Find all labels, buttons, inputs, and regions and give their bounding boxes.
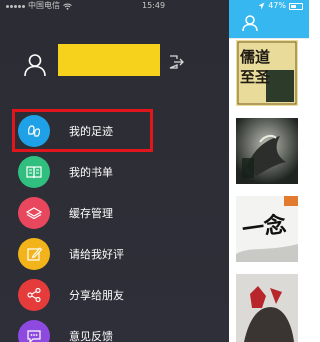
navigation-drawer: 我的足迹 我的书单 缓存管理 请给我好评 分享给朋友 意见反馈 (0, 0, 229, 342)
menu-item-cache-management[interactable]: 缓存管理 (18, 196, 218, 230)
menu-item-share-to-friends[interactable]: 分享给朋友 (18, 278, 218, 312)
menu-item-label: 缓存管理 (69, 207, 113, 220)
status-right: 47% (258, 0, 303, 12)
book-cover-art: 一念 (236, 196, 298, 262)
book-cover[interactable] (236, 118, 298, 184)
book-cover[interactable]: 儒道 至圣 (236, 40, 298, 106)
menu-item-label: 请给我好评 (69, 248, 124, 261)
signal-strength-icon (6, 4, 25, 8)
logout-icon[interactable] (168, 54, 184, 70)
cover-title-line-1: 儒道 (240, 48, 270, 66)
cache-stack-icon (18, 197, 50, 229)
book-cover-art: 儒道 至圣 (236, 40, 298, 106)
cover-title-line-2: 至圣 (240, 68, 271, 86)
book-cover[interactable] (236, 274, 298, 342)
menu-item-feedback[interactable]: 意见反馈 (18, 319, 218, 342)
clock-time: 15:49 (142, 1, 166, 10)
book-cover[interactable]: 一念 (236, 196, 298, 262)
battery-icon (289, 2, 303, 10)
book-cover-art (236, 118, 298, 184)
user-icon[interactable] (241, 14, 259, 32)
feedback-chat-icon (18, 320, 50, 342)
battery-percentage: 47% (268, 1, 286, 10)
menu-item-rate-app[interactable]: 请给我好评 (18, 237, 218, 271)
profile-header[interactable] (0, 40, 229, 90)
book-cover-art (236, 274, 298, 342)
username-redacted[interactable] (58, 44, 160, 76)
status-bar: 中国电信 15:49 47% (0, 0, 309, 12)
carrier-name: 中国电信 (28, 1, 60, 10)
annotation-highlight-box (12, 109, 153, 152)
wifi-icon (63, 3, 72, 10)
divider (229, 38, 309, 39)
menu-item-my-booklist[interactable]: 我的书单 (18, 155, 218, 189)
bookshelf-panel: 儒道 至圣 一念 (229, 0, 309, 342)
menu-item-label: 意见反馈 (69, 330, 113, 342)
menu-item-label: 我的书单 (69, 166, 113, 179)
open-book-icon (18, 156, 50, 188)
edit-pencil-icon (18, 238, 50, 270)
share-icon (18, 279, 50, 311)
menu-item-label: 分享给朋友 (69, 289, 124, 302)
location-arrow-icon (258, 2, 265, 10)
carrier-indicator: 中国电信 (6, 0, 72, 12)
user-outline-icon[interactable] (22, 52, 48, 78)
